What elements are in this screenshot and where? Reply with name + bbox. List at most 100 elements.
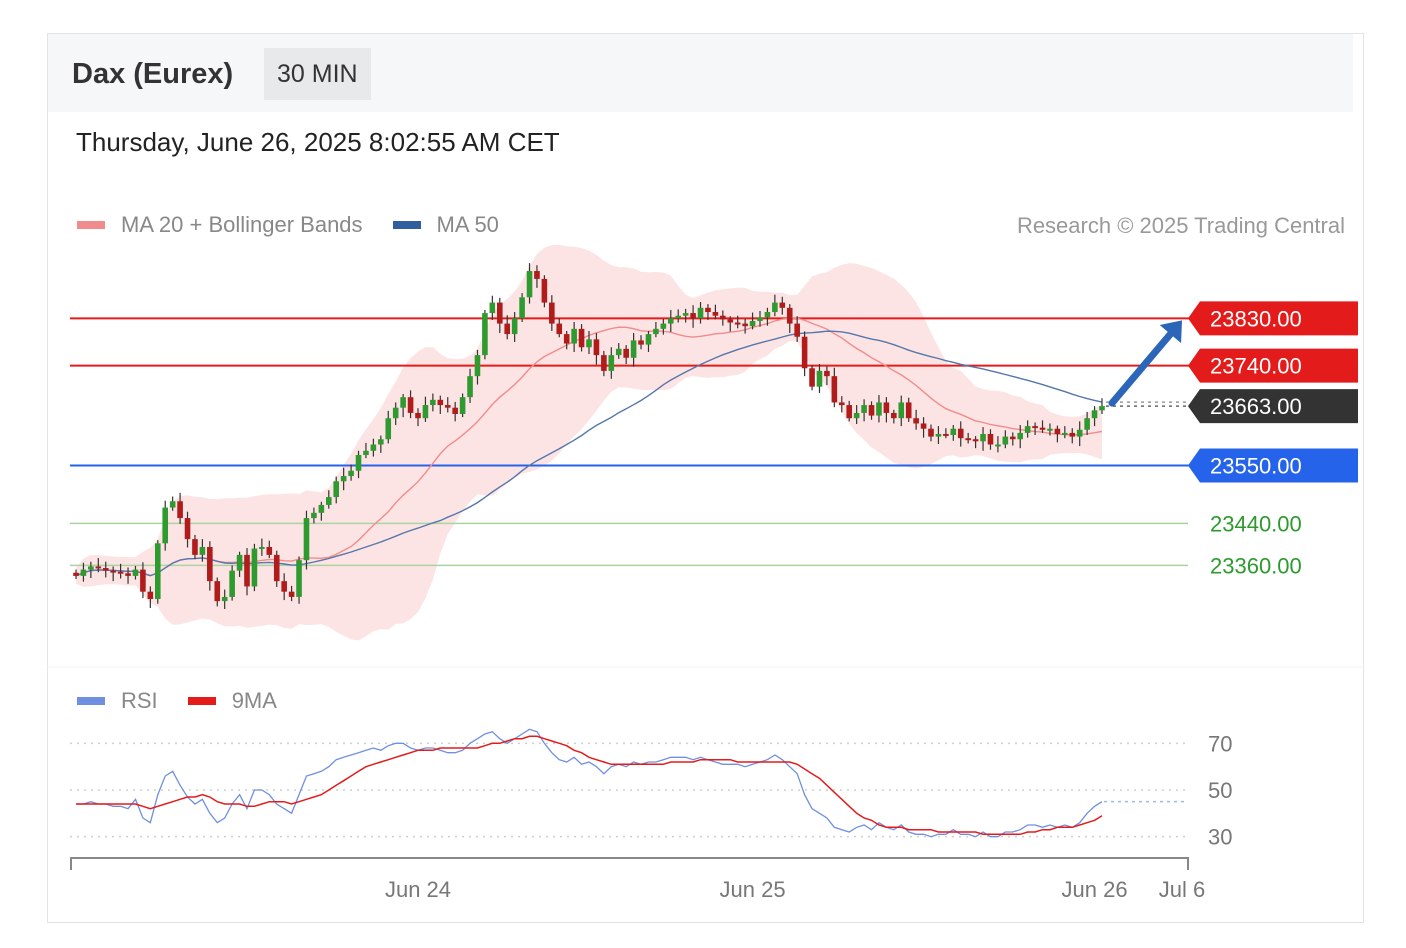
candle-body — [199, 546, 206, 555]
time-label-3: Jul 6 — [1159, 877, 1205, 902]
price-tag-4: 23440.00 — [1210, 511, 1302, 536]
candle-body — [563, 334, 570, 344]
candle-body — [1002, 436, 1009, 445]
candle-body — [325, 497, 332, 505]
candle-body — [838, 402, 845, 406]
price-chart: 23830.00 23740.00 23663.00 23550.00 23440.00… — [47, 244, 1364, 902]
candle-body — [422, 405, 429, 419]
candle-body — [110, 570, 116, 573]
candle-body — [1062, 432, 1068, 435]
candle-body — [1032, 426, 1038, 429]
candle-body — [177, 501, 183, 519]
candle-body — [801, 336, 808, 369]
candle-body — [296, 560, 302, 597]
candle-body — [950, 428, 957, 436]
candle-body — [251, 548, 258, 587]
candle-body — [430, 399, 436, 406]
candle-body — [831, 376, 838, 403]
rsi-level-label-50: 50 — [1208, 778, 1232, 803]
candle-body — [667, 318, 674, 324]
price-tag-2: 23663.00 — [1210, 394, 1302, 419]
candle-body — [333, 481, 340, 498]
candle-body — [593, 339, 600, 356]
candle-body — [467, 376, 473, 398]
price-tag-1: 23740.00 — [1210, 354, 1302, 379]
time-label-2: Jun 26 — [1062, 877, 1128, 902]
candle-body — [541, 278, 548, 303]
candle-body — [727, 319, 734, 323]
candle-body — [437, 399, 444, 406]
candle-body — [117, 571, 124, 574]
candle-body — [1099, 406, 1105, 411]
time-axis: Jun 24 Jun 25 Jun 26 Jul 6 — [70, 857, 1205, 902]
candle-body — [1017, 432, 1024, 440]
candle-body — [132, 569, 139, 576]
candle-body — [578, 328, 585, 348]
candle-body — [682, 313, 689, 316]
candle-body — [400, 397, 406, 408]
candle-body — [861, 405, 867, 413]
candle-body — [288, 591, 295, 597]
candle-body — [496, 302, 503, 324]
candle-body — [891, 412, 897, 419]
candle-body — [273, 554, 280, 582]
candle-body — [348, 470, 354, 477]
candle-body — [898, 402, 905, 419]
candle-body — [876, 402, 882, 416]
candle-body — [660, 323, 667, 329]
candle-body — [913, 418, 919, 424]
candle-body — [615, 348, 622, 356]
rsi-panel: 70 50 30 — [70, 728, 1232, 850]
candle-body — [645, 334, 652, 345]
candle-body — [474, 355, 481, 377]
forecast-arrow-shaft — [1108, 330, 1174, 407]
candle-body — [1047, 428, 1053, 431]
candle-body — [764, 312, 771, 318]
candle-body — [772, 302, 778, 313]
candle-body — [407, 397, 414, 413]
candle-body — [734, 322, 741, 325]
candle-body — [571, 328, 577, 344]
candle-body — [154, 543, 161, 600]
candle-body — [259, 546, 265, 549]
candle-body — [705, 307, 711, 313]
candle-body — [281, 581, 287, 592]
price-tag-5: 23360.00 — [1210, 553, 1302, 578]
candle-body — [511, 318, 518, 335]
price-tags: 23830.00 23740.00 23663.00 23550.00 23440.00… — [1188, 301, 1358, 578]
candle-body — [378, 439, 384, 445]
candle-body — [1024, 426, 1031, 433]
candle-body — [504, 323, 511, 335]
candle-body — [995, 444, 1001, 447]
candle-body — [147, 591, 154, 600]
candle-body — [809, 368, 815, 387]
candle-body — [140, 569, 146, 592]
candle-body — [221, 596, 228, 602]
candle-body — [392, 407, 399, 419]
candle-body — [207, 546, 213, 582]
candle-body — [1091, 410, 1098, 419]
candle-body — [972, 439, 979, 442]
candle-body — [415, 412, 421, 419]
candle-body — [957, 428, 964, 439]
candle-body — [363, 450, 369, 455]
candle-body — [244, 554, 250, 587]
candle-body — [853, 412, 860, 419]
candle-body — [630, 340, 637, 358]
candle-body — [534, 271, 540, 279]
rsi-level-label-70: 70 — [1208, 731, 1232, 756]
candle-body — [794, 323, 800, 337]
candle-body — [236, 554, 243, 571]
candle-body — [786, 307, 793, 324]
candle-body — [95, 566, 102, 569]
candle-body — [586, 339, 592, 348]
candle-body — [1039, 427, 1046, 430]
candle-body — [928, 428, 934, 437]
candle-body — [720, 315, 726, 320]
price-tag-3: 23550.00 — [1210, 454, 1302, 479]
candle-body — [697, 307, 704, 319]
candle-body — [1069, 432, 1076, 437]
candle-body — [943, 433, 949, 436]
candle-body — [883, 402, 890, 413]
candle-body — [749, 320, 756, 327]
